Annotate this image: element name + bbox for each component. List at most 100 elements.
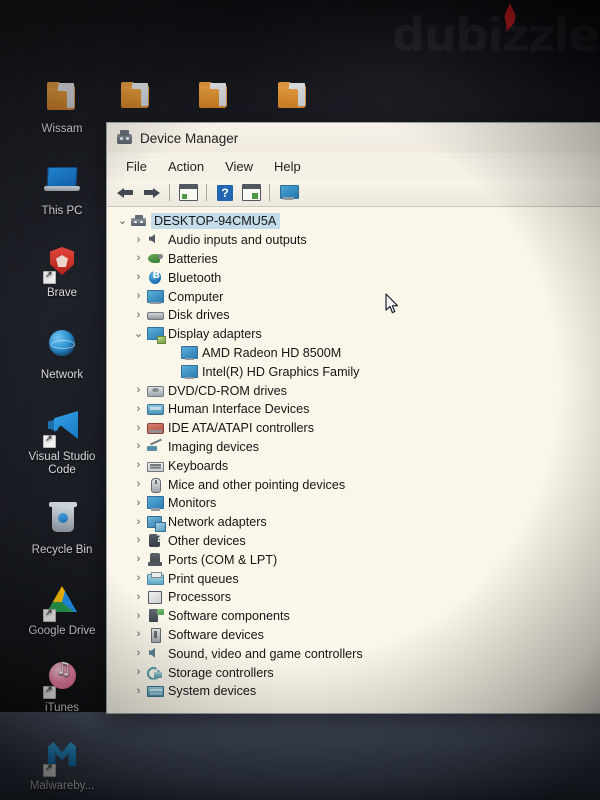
chevron-right-icon[interactable]: › bbox=[131, 648, 146, 659]
desktop-icon-this-pc[interactable]: This PC bbox=[24, 158, 100, 218]
device-tree-list: › Audio inputs and outputs › Batteries › Blue… bbox=[107, 231, 600, 701]
device-tree-panel[interactable]: ⌄ DESKTOP-94CMU5A › Audio inputs and outp… bbox=[107, 207, 600, 713]
tree-row[interactable]: › Human Interface Devices bbox=[107, 400, 600, 419]
chevron-right-icon[interactable]: › bbox=[131, 554, 146, 565]
tree-label: Ports (COM & LPT) bbox=[168, 552, 278, 567]
chevron-right-icon[interactable]: › bbox=[131, 460, 146, 471]
folder-icon bbox=[191, 74, 237, 118]
tree-row[interactable]: › Software components bbox=[107, 607, 600, 626]
chevron-right-icon[interactable]: › bbox=[131, 629, 146, 640]
tree-row[interactable]: AMD Radeon HD 8500M bbox=[107, 344, 600, 363]
tree-label-root: DESKTOP-94CMU5A bbox=[151, 213, 281, 230]
tree-label: Processors bbox=[168, 590, 231, 605]
imaging-icon bbox=[146, 439, 164, 455]
chevron-right-icon[interactable]: › bbox=[131, 610, 146, 622]
tree-label: Intel(R) HD Graphics Family bbox=[202, 364, 360, 379]
chevron-right-icon[interactable]: › bbox=[131, 234, 146, 246]
tree-label: Monitors bbox=[168, 496, 217, 511]
tree-row[interactable]: › Monitors bbox=[107, 494, 600, 513]
menu-item-action[interactable]: Action bbox=[159, 157, 213, 176]
toolbar-separator bbox=[169, 184, 170, 201]
monitor-icon bbox=[146, 495, 164, 511]
chevron-down-icon[interactable]: ⌄ bbox=[131, 328, 146, 340]
desktop-icon-wissam[interactable]: Wissam bbox=[24, 76, 100, 136]
desktop-folder-3[interactable] bbox=[176, 74, 252, 121]
tree-row[interactable]: › Processors bbox=[107, 588, 600, 607]
menu-item-help[interactable]: Help bbox=[265, 157, 310, 176]
chevron-right-icon[interactable]: › bbox=[131, 573, 146, 584]
chevron-right-icon[interactable]: › bbox=[131, 309, 146, 321]
tree-label: IDE ATA/ATAPI controllers bbox=[168, 421, 315, 436]
tree-row[interactable]: › Print queues bbox=[107, 569, 600, 588]
desktop-icon-malwarebytes[interactable]: Malwareby... bbox=[24, 733, 100, 793]
tree-row[interactable]: › Computer bbox=[107, 287, 600, 306]
tree-row[interactable]: › DVD/CD-ROM drives bbox=[107, 381, 600, 400]
shortcut-badge-icon bbox=[43, 607, 56, 622]
desktop-folder-4[interactable] bbox=[255, 74, 331, 121]
tree-row[interactable]: › Sound, video and game controllers bbox=[107, 644, 600, 663]
tree-row[interactable]: › Bluetooth bbox=[107, 268, 600, 287]
chevron-right-icon[interactable]: › bbox=[131, 497, 146, 509]
photo-of-screen: dubizzle Wissam This PC ↗ Brave Network … bbox=[0, 0, 600, 800]
tree-row[interactable]: › Mice and other pointing devices bbox=[107, 475, 600, 494]
chevron-right-icon[interactable]: › bbox=[131, 253, 146, 264]
tree-label: Bluetooth bbox=[168, 270, 222, 285]
menu-item-file[interactable]: File bbox=[117, 157, 156, 176]
desktop-icon-recycle-bin[interactable]: Recycle Bin bbox=[24, 497, 100, 557]
tree-label: Sound, video and game controllers bbox=[168, 646, 363, 661]
chevron-right-icon[interactable]: › bbox=[131, 403, 146, 415]
tree-label: Human Interface Devices bbox=[168, 402, 310, 417]
forward-button[interactable] bbox=[139, 182, 163, 204]
desktop-folder-2[interactable] bbox=[98, 74, 174, 121]
tree-row[interactable]: › Storage controllers bbox=[107, 663, 600, 682]
chevron-right-icon[interactable]: › bbox=[131, 667, 146, 678]
dvd-icon bbox=[146, 383, 164, 399]
desktop-icon-brave[interactable]: Brave bbox=[24, 240, 100, 300]
toolbar-separator bbox=[206, 184, 207, 201]
tree-row[interactable]: › Audio inputs and outputs bbox=[107, 231, 600, 250]
tree-row[interactable]: › Disk drives bbox=[107, 306, 600, 325]
this-pc-icon bbox=[39, 158, 85, 202]
update-driver-button[interactable] bbox=[239, 182, 263, 204]
tree-row[interactable]: › Other devices bbox=[107, 532, 600, 551]
tree-row-root[interactable]: ⌄ DESKTOP-94CMU5A bbox=[107, 212, 600, 231]
visual-studio-code-icon bbox=[39, 404, 85, 448]
scan-hardware-changes-button[interactable] bbox=[276, 182, 300, 204]
chevron-right-icon[interactable]: › bbox=[131, 385, 146, 396]
window-title-bar[interactable]: Device Manager bbox=[107, 123, 600, 154]
tree-label: Computer bbox=[168, 289, 224, 304]
desktop-icon-visual-studio-code[interactable]: Visual Studio Code bbox=[24, 404, 100, 477]
desktop-icon-label: Wissam bbox=[41, 123, 83, 135]
tree-row[interactable]: › Batteries bbox=[107, 250, 600, 269]
chevron-down-icon[interactable]: ⌄ bbox=[115, 215, 130, 227]
tree-row[interactable]: › Software devices bbox=[107, 626, 600, 645]
chevron-right-icon[interactable]: › bbox=[131, 479, 146, 490]
tree-row[interactable]: › IDE ATA/ATAPI controllers bbox=[107, 419, 600, 438]
chevron-right-icon[interactable]: › bbox=[131, 516, 146, 528]
help-button[interactable]: ? bbox=[213, 182, 237, 204]
back-button[interactable] bbox=[113, 182, 137, 204]
tree-row[interactable]: ⌄ Display adapters bbox=[107, 325, 600, 345]
chevron-right-icon[interactable]: › bbox=[131, 422, 146, 434]
desktop-icon-google-drive[interactable]: Google Drive bbox=[24, 578, 100, 638]
chevron-right-icon[interactable]: › bbox=[131, 291, 146, 302]
tree-row[interactable]: › Network adapters bbox=[107, 513, 600, 533]
desktop-icon-itunes[interactable]: iTunes bbox=[24, 655, 100, 715]
chevron-right-icon[interactable]: › bbox=[131, 535, 146, 546]
desktop-icon-network[interactable]: Network bbox=[24, 322, 100, 382]
tree-label: System devices bbox=[168, 684, 257, 699]
tree-row[interactable]: Intel(R) HD Graphics Family bbox=[107, 362, 600, 381]
desktop-icon-label: iTunes bbox=[44, 702, 80, 714]
chevron-right-icon[interactable]: › bbox=[131, 591, 146, 603]
properties-button[interactable] bbox=[176, 182, 200, 204]
chevron-right-icon[interactable]: › bbox=[131, 685, 146, 697]
bt-icon bbox=[146, 270, 164, 286]
chevron-right-icon[interactable]: › bbox=[131, 441, 146, 452]
menu-item-view[interactable]: View bbox=[216, 157, 262, 176]
chevron-right-icon[interactable]: › bbox=[131, 272, 146, 283]
tree-row[interactable]: › System devices bbox=[107, 682, 600, 701]
tree-row[interactable]: › Ports (COM & LPT) bbox=[107, 550, 600, 569]
tree-row[interactable]: › Keyboards bbox=[107, 456, 600, 475]
tree-row[interactable]: › Imaging devices bbox=[107, 438, 600, 457]
speaker-icon bbox=[146, 232, 164, 248]
